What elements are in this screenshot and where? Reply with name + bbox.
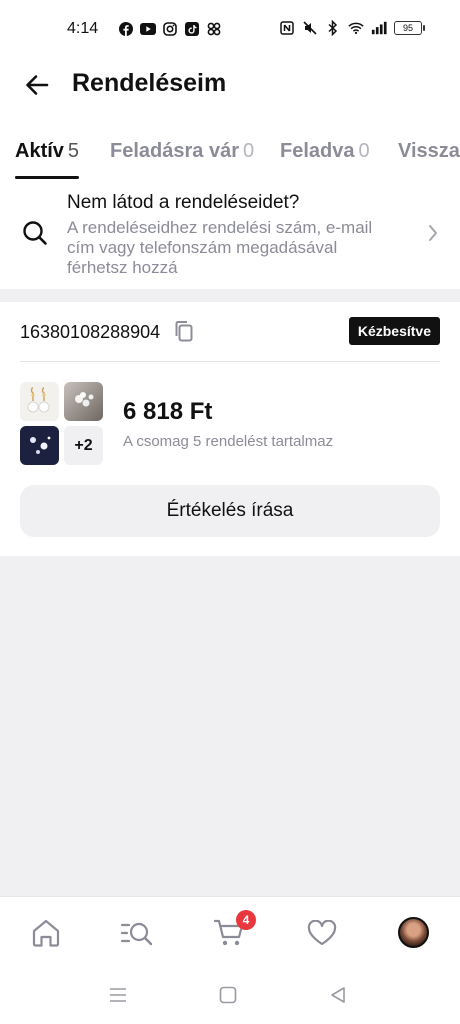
chevron-right-icon [428,224,438,247]
product-thumbnail [20,382,59,421]
tab-returns[interactable]: Visszat [398,140,460,163]
instagram-icon [162,21,178,37]
missing-orders-hint[interactable]: Nem látod a rendeléseidet? A rendeléseid… [0,182,460,289]
status-time: 4:14 [67,20,99,37]
product-thumbnails[interactable]: +2 [20,382,104,466]
pinwheel-icon [206,21,222,37]
tiktok-icon [184,21,200,37]
tab-count: 0 [242,140,255,162]
active-tab-indicator [15,176,79,179]
page-title: Rendeléseim [72,69,227,97]
home-icon [32,919,60,947]
tab-label: Feladva [280,140,355,162]
write-review-button[interactable]: Értékelés írása [20,485,440,537]
arrow-left-icon [26,75,49,95]
hint-title: Nem látod a rendeléseidet? [67,192,300,213]
search-icon [22,220,48,251]
tab-count: 5 [67,140,80,162]
tab-label: Aktív [15,140,64,162]
order-card: 16380108288904 Kézbesítve +2 6 818 Ft A … [0,302,460,556]
more-products-count: +2 [64,426,103,465]
status-bar: 4:14 95 [0,0,460,60]
order-status-tabs: Aktív 5 Feladásra vár 0 Feladva 0 Visszat [0,112,460,182]
product-thumbnail [20,426,59,465]
bluetooth-icon [325,20,341,36]
notification-icons [118,21,222,37]
battery-icon: 95 [394,21,425,35]
package-info: A csomag 5 rendelést tartalmaz [123,433,334,450]
order-number: 16380108288904 [20,322,161,342]
tab-count: 0 [358,140,370,162]
nav-home[interactable] [28,915,64,951]
categories-search-icon [120,922,153,946]
nfc-icon [279,20,295,36]
status-badge: Kézbesítve [348,317,440,345]
home-button-icon[interactable] [219,986,237,1009]
bottom-navigation: 4 [0,896,460,968]
wifi-icon [348,20,364,36]
tab-shipped[interactable]: Feladva 0 [280,140,370,163]
facebook-icon [118,21,134,37]
wishlist-heart-icon [307,920,337,946]
profile-avatar[interactable] [398,917,429,948]
back-button[interactable] [20,68,54,102]
app-header: Rendeléseim [0,60,460,112]
signal-icon [371,20,387,36]
back-triangle-icon[interactable] [329,986,347,1009]
product-thumbnail [64,382,103,421]
cart-count-badge: 4 [236,910,256,930]
divider [20,361,440,362]
system-status-icons: 95 [279,20,425,36]
tab-label: Feladásra vár [110,140,239,162]
hint-description: A rendeléseidhez rendelési szám, e-mail … [67,218,373,277]
tab-label: Visszat [398,140,460,162]
order-price: 6 818 Ft [123,398,213,425]
recent-apps-icon[interactable] [109,986,127,1009]
nav-categories[interactable] [119,915,155,951]
nav-wishlist[interactable] [304,915,340,951]
tab-active[interactable]: Aktív 5 [15,140,79,163]
copy-icon[interactable] [174,320,194,347]
mute-icon [302,20,318,36]
tab-awaiting-shipment[interactable]: Feladásra vár 0 [110,140,254,163]
system-navigation-bar [0,968,460,1024]
youtube-icon [140,21,156,37]
